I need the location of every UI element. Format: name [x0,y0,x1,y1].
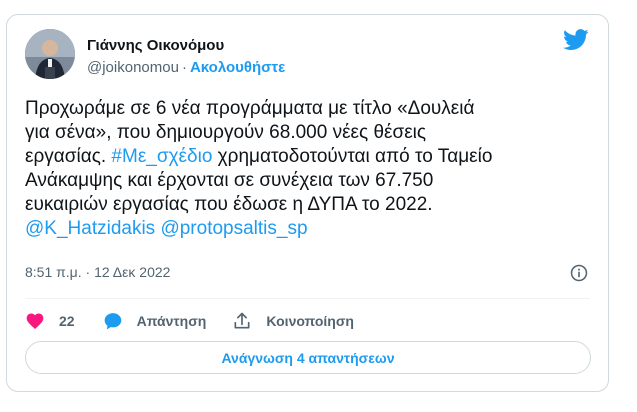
date: 12 Δεκ 2022 [94,264,171,280]
action-bar: 22 Απάντηση Κοινοποίηση [25,309,354,333]
hashtag-link[interactable]: #Με_σχέδιο [111,146,212,167]
separator-dot: · [181,59,187,76]
mention-link[interactable]: @protopsaltis_sp [160,218,307,239]
heart-icon [26,313,44,329]
twitter-bird-icon[interactable] [563,29,589,51]
reply-button[interactable]: Απάντηση [103,311,207,331]
timestamp[interactable]: 8:51 π.μ. · 12 Δεκ 2022 [25,264,170,280]
tweet-card: Γιάννης Οικονόμου @joikonomou · Ακολουθήστ… [6,14,609,392]
share-button[interactable]: Κοινοποίηση [232,311,354,331]
like-count: 22 [59,313,75,329]
tweet-text: Προχωράμε σε 6 νέα προγράμματα με τίτλο … [25,97,605,241]
share-upload-icon [234,312,250,329]
info-icon[interactable] [570,264,588,282]
reply-bubble-icon [104,313,121,330]
author-name[interactable]: Γιάννης Οικονόμου [87,37,224,54]
time: 8:51 π.μ. [25,264,82,280]
follow-link[interactable]: Ακολουθήστε [190,59,285,76]
share-label: Κοινοποίηση [266,313,354,329]
avatar[interactable] [25,29,75,79]
divider [25,298,590,299]
mention-link[interactable]: @K_Hatzidakis [25,218,155,239]
author-meta: @joikonomou · Ακολουθήστε [87,59,285,76]
separator-dot: · [85,264,91,280]
read-replies-button[interactable]: Ανάγνωση 4 απαντήσεων [25,341,591,374]
author-handle[interactable]: @joikonomou [87,59,179,76]
reply-label: Απάντηση [136,313,207,329]
like-button[interactable]: 22 [25,311,75,331]
